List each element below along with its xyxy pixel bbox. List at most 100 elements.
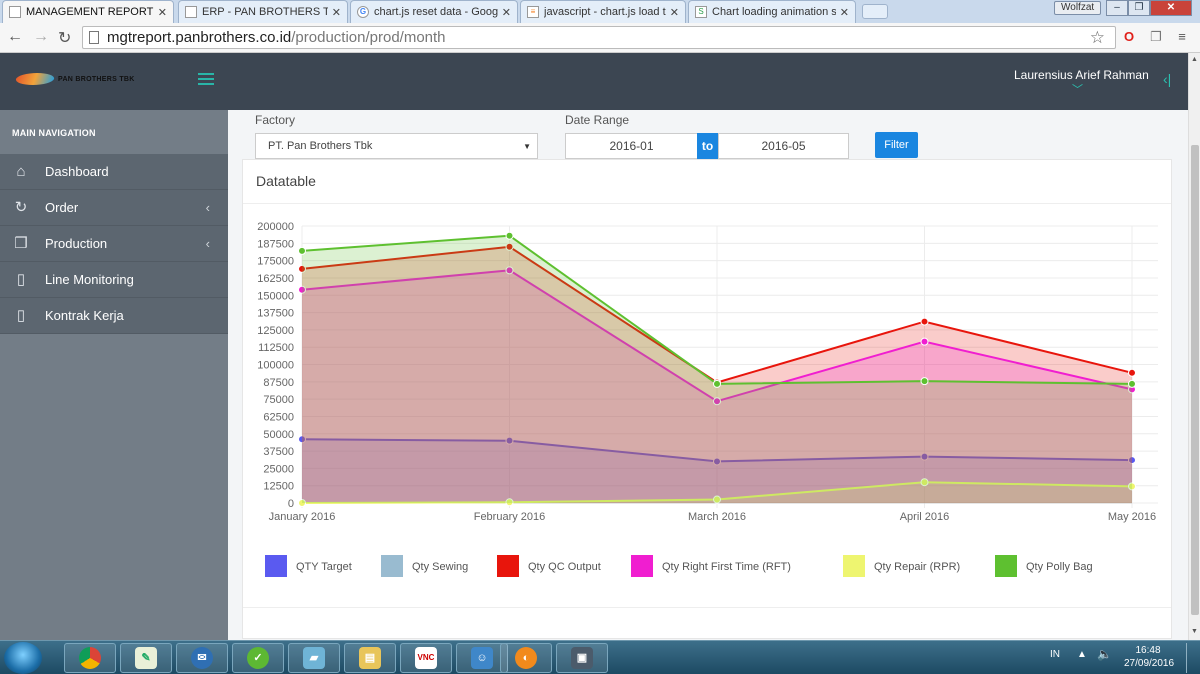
taskbar-vnc[interactable]: VNC bbox=[400, 643, 452, 673]
logo[interactable]: PAN BROTHERS TBK bbox=[13, 73, 135, 85]
factory-select-value: PT. Pan Brothers Tbk bbox=[268, 140, 373, 152]
reload-icon[interactable]: ↻ bbox=[58, 28, 71, 48]
legend-swatch bbox=[995, 555, 1017, 577]
data-point bbox=[920, 337, 929, 346]
taskbar-notepad[interactable]: ✎ bbox=[120, 643, 172, 673]
y-tick-label: 137500 bbox=[257, 308, 294, 320]
data-point bbox=[298, 246, 306, 255]
date-range-label: Date Range bbox=[565, 113, 630, 127]
close-tab-icon[interactable]: ✕ bbox=[840, 6, 849, 19]
y-tick-label: 100000 bbox=[257, 360, 294, 372]
date-to-separator: to bbox=[697, 133, 718, 159]
collapse-panel-icon[interactable]: ‹| bbox=[1163, 71, 1171, 87]
taskbar-thunderbird[interactable]: ✉ bbox=[176, 643, 228, 673]
editor-icon: ▰ bbox=[303, 647, 325, 669]
sidebar-item-order[interactable]: ↻ Order ‹ bbox=[0, 190, 228, 226]
close-tab-icon[interactable]: ✕ bbox=[158, 6, 167, 19]
scroll-down-icon[interactable]: ▼ bbox=[1191, 628, 1198, 635]
taskbar-editor[interactable]: ▰ bbox=[288, 643, 340, 673]
x-tick-label: February 2016 bbox=[474, 511, 546, 523]
window-controls: – ❐ ✕ bbox=[1106, 0, 1192, 16]
url-input[interactable]: mgtreport.panbrothers.co.id/production/p… bbox=[82, 26, 1116, 49]
panel-footer bbox=[243, 607, 1171, 608]
clock-date: 27/09/2016 bbox=[1124, 658, 1175, 669]
sidebar-heading: MAIN NAVIGATION bbox=[12, 128, 96, 138]
page-icon bbox=[9, 6, 21, 18]
tab-stackoverflow[interactable]: ≡ javascript - chart.js load to ✕ bbox=[520, 0, 686, 23]
address-bar-row: ← → ↻ mgtreport.panbrothers.co.id/produc… bbox=[0, 23, 1200, 53]
taskbar-app-orange[interactable]: ◐ bbox=[500, 643, 552, 673]
tab-label: javascript - chart.js load to bbox=[544, 6, 666, 18]
clipboard-icon: ▯ bbox=[16, 270, 26, 288]
user-name[interactable]: Laurensius Arief Rahman bbox=[1014, 68, 1149, 82]
taskbar-clock[interactable]: 16:48 27/09/2016 bbox=[1124, 644, 1175, 670]
caret-down-icon: ▼ bbox=[523, 142, 531, 151]
tray-chevron-up-icon[interactable]: ▲ bbox=[1077, 649, 1087, 660]
extension-icon[interactable]: ❐ bbox=[1148, 29, 1164, 45]
legend-label: Qty Sewing bbox=[412, 561, 468, 573]
factory-select[interactable]: PT. Pan Brothers Tbk ▼ bbox=[255, 133, 538, 159]
bookmark-star-icon[interactable]: ☆ bbox=[1090, 28, 1105, 48]
legend-swatch bbox=[381, 555, 403, 577]
cube-icon: ❒ bbox=[14, 234, 28, 252]
taskbar-chrome[interactable] bbox=[64, 643, 116, 673]
taskbar-remote[interactable]: ▣ bbox=[556, 643, 608, 673]
x-tick-label: March 2016 bbox=[688, 511, 746, 523]
tab-management-report[interactable]: MANAGEMENT REPORT - ✕ bbox=[2, 0, 174, 23]
y-tick-label: 50000 bbox=[263, 429, 294, 441]
legend-swatch bbox=[631, 555, 653, 577]
minimize-button[interactable]: – bbox=[1106, 0, 1128, 16]
factory-label: Factory bbox=[255, 113, 296, 127]
y-tick-label: 150000 bbox=[257, 290, 294, 302]
start-button[interactable] bbox=[4, 642, 42, 674]
data-point bbox=[920, 317, 929, 326]
show-desktop-button[interactable] bbox=[1186, 643, 1198, 673]
close-window-button[interactable]: ✕ bbox=[1150, 0, 1192, 16]
back-arrow-icon[interactable]: ← bbox=[7, 28, 23, 46]
page-scrollbar[interactable]: ▲ ▼ bbox=[1188, 53, 1200, 640]
y-tick-label: 87500 bbox=[263, 377, 294, 389]
sidebar-item-label: Kontrak Kerja bbox=[45, 308, 124, 323]
scroll-up-icon[interactable]: ▲ bbox=[1191, 56, 1198, 63]
volume-icon[interactable]: 🔈 bbox=[1097, 647, 1112, 661]
y-tick-label: 25000 bbox=[263, 463, 294, 475]
filter-button[interactable]: Filter bbox=[875, 132, 918, 158]
profile-button[interactable]: Wolfzat bbox=[1054, 1, 1102, 15]
data-point bbox=[1128, 368, 1136, 377]
taskbar-app-green[interactable]: ✓ bbox=[232, 643, 284, 673]
clipboard-icon: ▯ bbox=[16, 306, 26, 324]
maximize-button[interactable]: ❐ bbox=[1128, 0, 1150, 16]
close-tab-icon[interactable]: ✕ bbox=[670, 6, 679, 19]
scrollbar-thumb[interactable] bbox=[1191, 145, 1199, 615]
tab-erp[interactable]: ERP - PAN BROTHERS TBK ✕ bbox=[178, 0, 348, 23]
sidebar-item-dashboard[interactable]: ⌂ Dashboard bbox=[0, 154, 228, 190]
chevron-down-icon[interactable]: ﹀ bbox=[1072, 81, 1083, 97]
date-from-input[interactable]: 2016-01 bbox=[565, 133, 698, 159]
sidebar-item-production[interactable]: ❒ Production ‹ bbox=[0, 226, 228, 262]
y-tick-label: 62500 bbox=[263, 411, 294, 423]
sidebar: MAIN NAVIGATION ⌂ Dashboard ↻ Order ‹ ❒ Produc… bbox=[0, 110, 228, 640]
taskbar-explorer[interactable]: ▤ bbox=[344, 643, 396, 673]
language-indicator[interactable]: IN bbox=[1050, 649, 1060, 660]
users-icon: ☺ bbox=[471, 647, 493, 669]
new-tab-button[interactable] bbox=[862, 4, 888, 19]
opera-extension-icon[interactable]: O bbox=[1121, 29, 1137, 45]
hamburger-menu-icon[interactable] bbox=[198, 73, 214, 85]
y-tick-label: 37500 bbox=[263, 446, 294, 458]
y-tick-label: 200000 bbox=[257, 221, 294, 233]
notepad-icon: ✎ bbox=[135, 647, 157, 669]
date-to-input[interactable]: 2016-05 bbox=[718, 133, 849, 159]
close-tab-icon[interactable]: ✕ bbox=[502, 6, 511, 19]
tab-google-search[interactable]: G chart.js reset data - Googl ✕ bbox=[350, 0, 518, 23]
forward-arrow-icon[interactable]: → bbox=[33, 28, 49, 46]
url-path: /production/prod/month bbox=[291, 29, 446, 46]
sidebar-item-label: Dashboard bbox=[45, 164, 109, 179]
sidebar-item-label: Production bbox=[45, 236, 108, 251]
data-point bbox=[713, 379, 721, 388]
close-tab-icon[interactable]: ✕ bbox=[332, 6, 341, 19]
tab-chart-loading[interactable]: S Chart loading animation st ✕ bbox=[688, 0, 856, 23]
google-icon: G bbox=[357, 6, 369, 18]
sidebar-item-kontrak-kerja[interactable]: ▯ Kontrak Kerja bbox=[0, 298, 228, 334]
sidebar-item-line-monitoring[interactable]: ▯ Line Monitoring bbox=[0, 262, 228, 298]
menu-icon[interactable]: ≡ bbox=[1174, 29, 1190, 45]
